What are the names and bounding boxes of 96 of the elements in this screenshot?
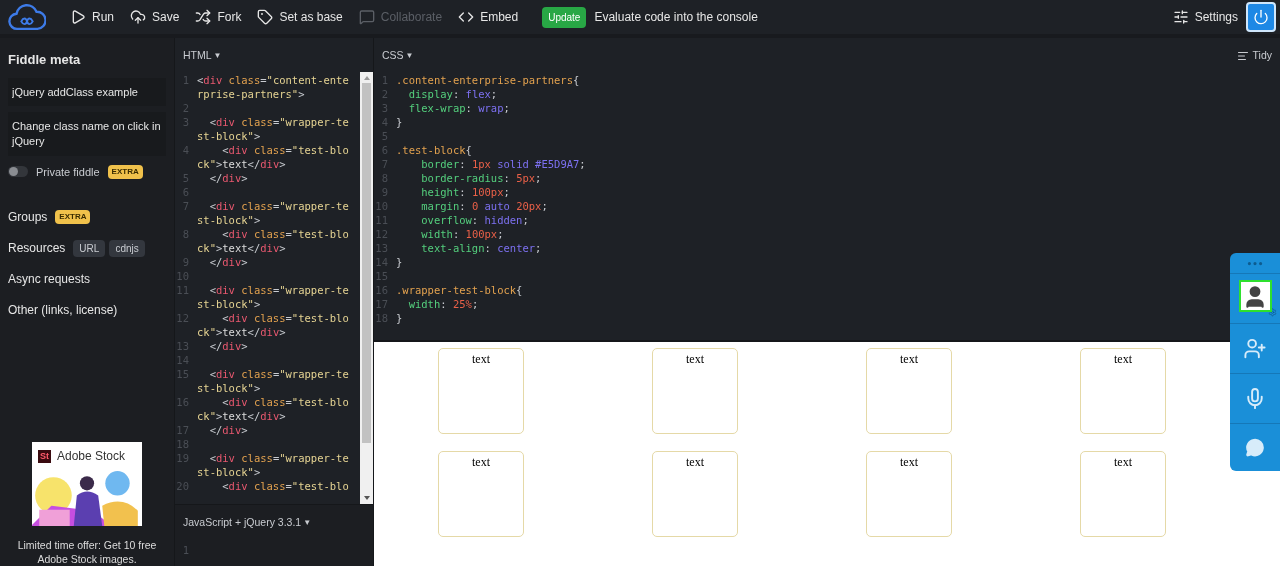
code-line: }	[396, 115, 403, 129]
brand-mark: St	[38, 449, 51, 463]
caret-icon: ▼	[303, 516, 312, 529]
tidy-button[interactable]: Tidy	[1236, 48, 1272, 64]
code-line: .test-block{	[396, 143, 472, 157]
code-line: st-block">	[197, 381, 261, 395]
account-button[interactable]	[1246, 2, 1276, 32]
code-line: }	[396, 255, 403, 269]
badge: URL	[73, 239, 106, 257]
tag-icon	[257, 9, 274, 25]
code-line: <div class="content-ente	[197, 73, 349, 87]
scrollbar[interactable]	[360, 72, 373, 504]
run-button[interactable]: Run	[62, 3, 122, 31]
power-icon	[1253, 9, 1269, 25]
badge: EXTRA	[55, 210, 91, 224]
code-line: <div class="test-blo	[221, 395, 349, 409]
caret-icon: ▼	[405, 50, 414, 62]
badge: EXTRA	[107, 164, 143, 179]
settings-button[interactable]: Settings	[1172, 8, 1238, 26]
code-line: <div class="test-blo	[221, 143, 349, 157]
html-panel-tab[interactable]: HTML ▼	[183, 48, 222, 64]
gear-icon	[1268, 308, 1277, 317]
save-button[interactable]: Save	[122, 3, 188, 31]
code-line: st-block">	[197, 213, 261, 227]
code-line: .content-enterprise-partners{	[396, 73, 580, 87]
caret-icon: ▼	[213, 50, 222, 62]
title-field[interactable]: jQuery addClass example	[8, 77, 166, 106]
code-line: overflow: hidden;	[420, 213, 529, 227]
code-line: height: 100px;	[420, 185, 510, 199]
avatar[interactable]	[1238, 280, 1272, 313]
badge: cdnjs	[109, 239, 145, 257]
block-text: text	[1114, 454, 1132, 469]
play-icon	[70, 9, 86, 25]
code-line: </div>	[208, 339, 248, 353]
code-line: </div>	[208, 255, 248, 269]
ad-card[interactable]: St Adobe Stock	[32, 442, 142, 526]
sidebar-title: Fiddle meta	[8, 51, 81, 69]
code-line: width: 25%;	[407, 297, 479, 311]
toggle-label: Private fiddle	[36, 164, 100, 180]
block-text: text	[472, 454, 490, 469]
css-panel-tab[interactable]: CSS ▼	[382, 48, 414, 64]
lines-icon	[1236, 50, 1249, 62]
description-field[interactable]: Change class name on click in jQuery	[8, 111, 166, 156]
sliders-icon	[1172, 9, 1189, 25]
code-line: </div>	[208, 423, 248, 437]
sidebar-section-link[interactable]: Other (links, license)	[8, 301, 118, 319]
code-line: <div class="wrapper-te	[208, 283, 349, 297]
status-text: Evaluate code into the console	[594, 9, 758, 26]
code-line: <div class="test-blo	[221, 479, 349, 493]
code-line: <div class="wrapper-te	[208, 367, 349, 381]
code-line: <div class="test-blo	[221, 311, 349, 325]
fork-icon	[195, 9, 212, 25]
cloud-logo-icon[interactable]	[8, 3, 46, 31]
fork-button[interactable]: Fork	[187, 3, 250, 31]
code-line: margin: 0 auto 20px;	[420, 199, 548, 213]
sidebar-section-link[interactable]: Async requests	[8, 270, 91, 288]
chat-icon[interactable]	[1245, 437, 1265, 457]
base-button[interactable]: Set as base	[249, 3, 351, 31]
code-line: flex-wrap: wrap;	[407, 101, 510, 115]
block-text: text	[472, 351, 490, 366]
code-line: text-align: center;	[420, 241, 542, 255]
code-line: <div class="wrapper-te	[208, 199, 349, 213]
code-line: st-block">	[197, 297, 261, 311]
code-line: ck">text</div>	[197, 325, 286, 339]
sidebar-section-link[interactable]: Resources	[8, 239, 66, 257]
code-line: ck">text</div>	[197, 241, 286, 255]
brand-name: Adobe Stock	[57, 448, 126, 465]
code-line: rprise-partners">	[197, 87, 305, 101]
code-icon	[458, 9, 475, 25]
code-line: }	[396, 311, 403, 325]
code-line: ck">text</div>	[197, 157, 286, 171]
js-panel-tab[interactable]: JavaScript + jQuery 3.3.1 ▼	[183, 515, 312, 531]
embed-button[interactable]: Embed	[450, 3, 527, 31]
code-line: border: 1px solid #E5D9A7;	[420, 157, 586, 171]
code-line: ck">text</div>	[197, 409, 286, 423]
ad-caption: Limited time offer: Get 10 free Adobe Stock images.	[16, 538, 158, 566]
block-text: text	[686, 351, 704, 366]
code-line: border-radius: 5px;	[420, 171, 542, 185]
block-text: text	[686, 454, 704, 469]
code-line: .wrapper-test-block{	[396, 283, 523, 297]
block-text: text	[900, 351, 918, 366]
block-text: text	[900, 454, 918, 469]
code-line: width: 100px;	[420, 227, 504, 241]
code-line: display: flex;	[407, 87, 498, 101]
chat-icon	[358, 9, 375, 25]
code-line: <div class="wrapper-te	[208, 115, 349, 129]
cloud-upload-icon	[130, 9, 146, 25]
code-line: st-block">	[197, 465, 261, 479]
sidebar-section-link[interactable]: Groups	[8, 208, 48, 226]
block-text: text	[1114, 351, 1132, 366]
add-user-icon[interactable]	[1243, 336, 1267, 360]
toggle-switch[interactable]	[8, 166, 28, 178]
code-line: <div class="wrapper-te	[208, 451, 349, 465]
code-line: <div class="test-blo	[221, 227, 349, 241]
code-line: </div>	[208, 171, 248, 185]
code-line: st-block">	[197, 129, 261, 143]
